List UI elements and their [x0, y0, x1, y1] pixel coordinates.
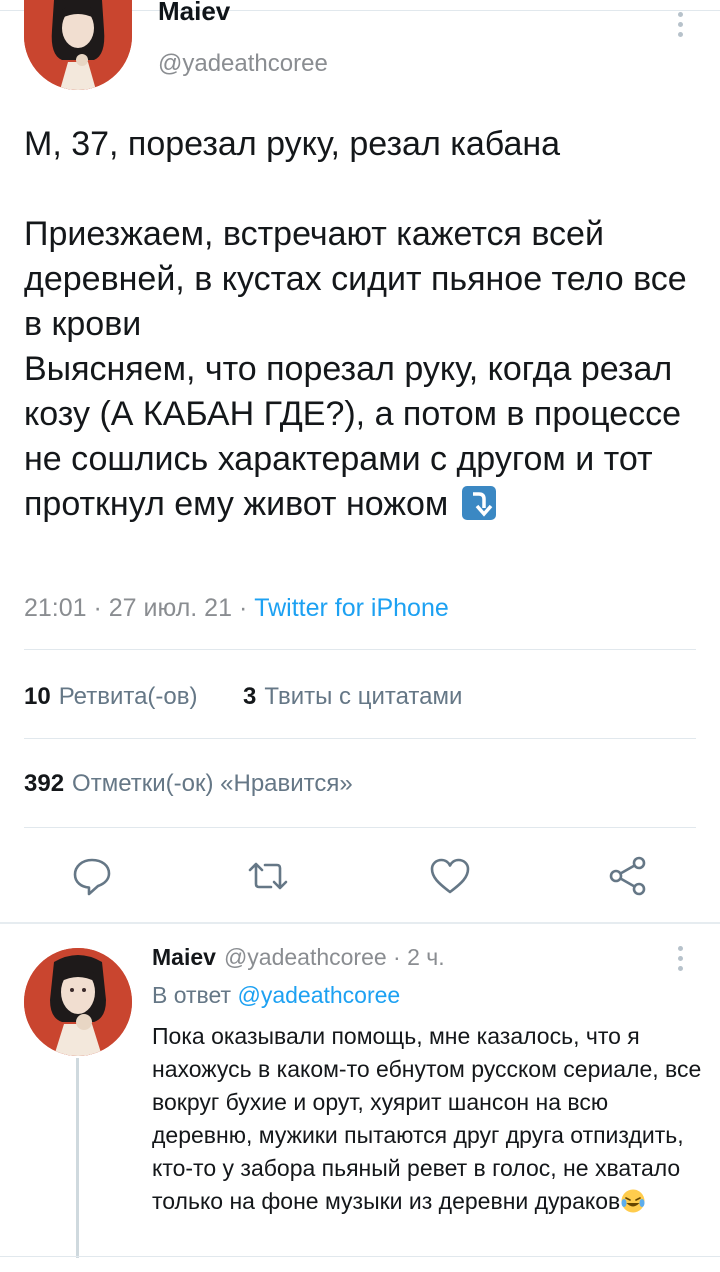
- tweet-text: М, 37, порезал руку, резал кабана Приезж…: [24, 122, 704, 527]
- like-button[interactable]: [428, 854, 472, 898]
- avatar-image: [24, 0, 132, 90]
- bottom-divider: [0, 1256, 720, 1257]
- tweet-time: 21:01: [24, 594, 87, 622]
- reply-header: Maiev @yadeathcoree · 2 ч.: [152, 944, 445, 970]
- tweet-text-body: Приезжаем, встречают кажется всей деревн…: [24, 215, 687, 523]
- author-avatar[interactable]: [24, 0, 132, 90]
- more-options-icon[interactable]: [674, 12, 686, 42]
- author-name[interactable]: Maiev: [158, 0, 230, 22]
- quotes-count: 3: [243, 683, 257, 710]
- retweet-button[interactable]: [246, 854, 290, 898]
- divider: [24, 827, 696, 828]
- tweet-source-link[interactable]: Twitter for iPhone: [254, 594, 449, 622]
- reply-text: Пока оказывали помощь, мне казалось, что…: [152, 1020, 712, 1218]
- thread-line: [76, 1058, 79, 1258]
- retweets-stat[interactable]: 10 Ретвита(-ов): [24, 683, 198, 711]
- heart-icon: [430, 858, 470, 894]
- reply-author-handle[interactable]: @yadeathcoree: [224, 944, 387, 970]
- divider: [24, 738, 696, 739]
- section-divider: [0, 922, 720, 924]
- reply-text-content: Пока оказывали помощь, мне казалось, что…: [152, 1023, 702, 1214]
- share-icon: [609, 856, 646, 896]
- reply-author-name[interactable]: Maiev: [152, 944, 216, 970]
- in-reply-handle[interactable]: @yadeathcoree: [237, 982, 400, 1008]
- reply-icon: [73, 858, 111, 896]
- in-reply-to: В ответ @yadeathcoree: [152, 982, 400, 1009]
- likes-label: Отметки(-ок) «Нравится»: [72, 770, 353, 797]
- author-handle[interactable]: @yadeathcoree: [158, 50, 328, 78]
- avatar-image: [24, 948, 132, 1056]
- tweet-timestamp: 21:01 · 27 июл. 21 · Twitter for iPhone: [24, 594, 449, 622]
- retweets-count: 10: [24, 683, 51, 710]
- likes-stat[interactable]: 392 Отметки(-ок) «Нравится»: [24, 770, 353, 798]
- likes-count: 392: [24, 770, 65, 797]
- quotes-label: Твиты с цитатами: [264, 683, 463, 710]
- share-button[interactable]: [606, 854, 650, 898]
- arrow-curving-down-icon: [461, 486, 496, 520]
- quotes-stat[interactable]: 3 Твиты с цитатами: [243, 683, 462, 711]
- reply-time: 2 ч.: [407, 944, 445, 970]
- in-reply-label: В ответ: [152, 982, 232, 1008]
- retweet-icon: [248, 862, 288, 890]
- tweet-date: 27 июл. 21: [108, 594, 232, 622]
- reply-author-avatar[interactable]: [24, 948, 132, 1056]
- laughing-tears-emoji-icon: [621, 1189, 645, 1213]
- reply-button[interactable]: [70, 854, 114, 898]
- reply-more-options-icon[interactable]: [674, 946, 686, 976]
- retweets-label: Ретвита(-ов): [58, 683, 198, 710]
- tweet-text-line1: М, 37, порезал руку, резал кабана: [24, 125, 561, 163]
- divider: [24, 649, 696, 650]
